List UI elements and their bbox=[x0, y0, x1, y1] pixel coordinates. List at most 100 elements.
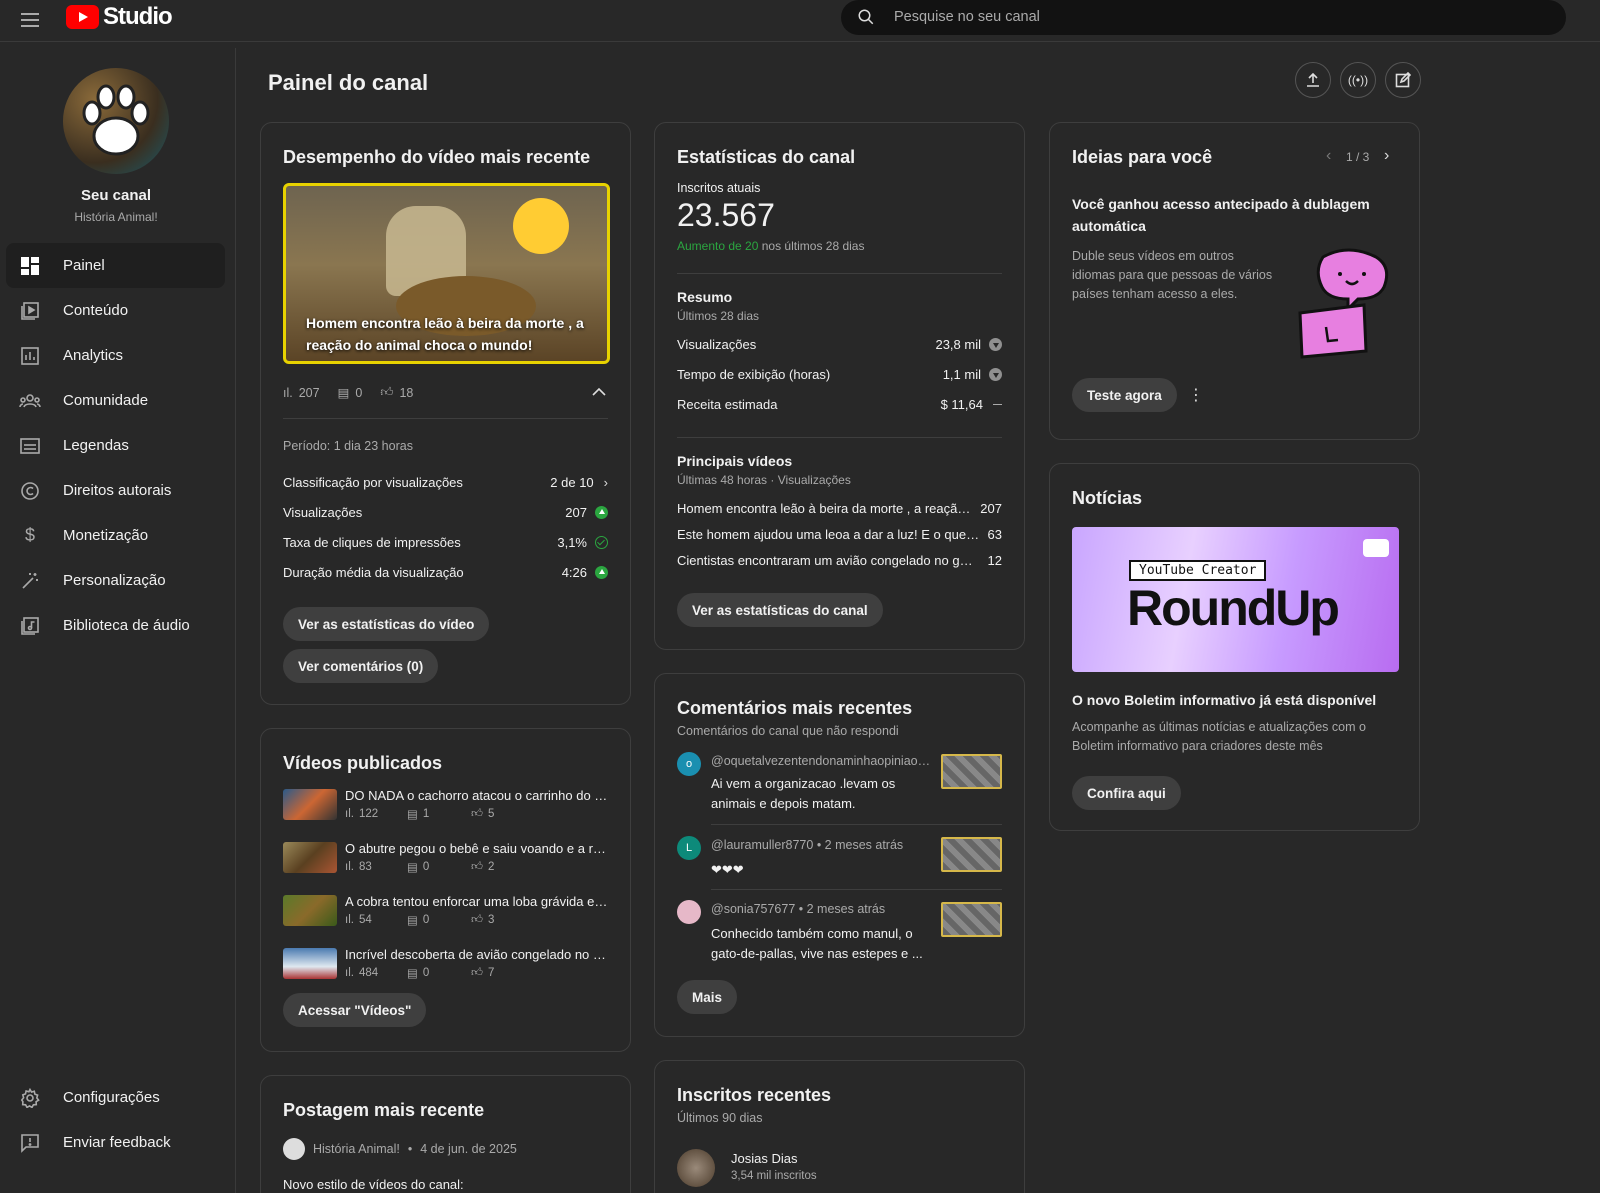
post-author: História Animal! bbox=[313, 1142, 400, 1156]
check-it-out-button[interactable]: Confira aqui bbox=[1072, 776, 1181, 810]
subscribers-count: 23.567 bbox=[677, 197, 775, 233]
post-date: 4 de jun. de 2025 bbox=[420, 1142, 517, 1156]
search-input[interactable]: Pesquise no seu canal bbox=[841, 0, 1566, 35]
like-icon: 👍︎ bbox=[471, 861, 484, 873]
video-stats: ıl. 54 ▤ 0 👍︎ 3 bbox=[345, 913, 535, 927]
top-video-row[interactable]: Homem encontra leão à beira da morte , a… bbox=[677, 501, 1002, 516]
sidebar-item-painel[interactable]: Painel bbox=[6, 243, 225, 288]
sidebar-item-label: Comunidade bbox=[63, 392, 149, 409]
top-video-row[interactable]: Cientistas encontraram um avião congelad… bbox=[677, 553, 1002, 568]
avatar[interactable] bbox=[677, 1149, 715, 1187]
metric-row[interactable]: Classificação por visualizações 2 de 10 … bbox=[283, 475, 608, 490]
go-to-videos-button[interactable]: Acessar "Vídeos" bbox=[283, 993, 427, 1027]
latest-video-thumbnail[interactable]: Homem encontra leão à beira da morte , a… bbox=[283, 183, 610, 364]
video-stats-button[interactable]: Ver as estatísticas do vídeo bbox=[283, 607, 490, 641]
dubbing-illustration-icon bbox=[1298, 248, 1389, 359]
channel-stats-button[interactable]: Ver as estatísticas do canal bbox=[677, 593, 883, 627]
chevron-left-icon[interactable]: ‹ bbox=[1326, 147, 1331, 165]
sidebar-item-biblioteca-audio[interactable]: Biblioteca de áudio bbox=[6, 603, 225, 648]
summary-label: Receita estimada bbox=[677, 397, 778, 412]
top-bar: Studio Pesquise no seu canal bbox=[0, 0, 1600, 42]
sidebar-item-label: Configurações bbox=[63, 1089, 160, 1106]
likes-count: 7 bbox=[488, 967, 495, 979]
view-comments-button[interactable]: Ver comentários (0) bbox=[283, 649, 439, 683]
comments-subtitle: Comentários do canal que não respondi bbox=[677, 724, 899, 738]
gear-icon bbox=[19, 1087, 41, 1109]
youtube-logo-icon bbox=[66, 5, 99, 29]
sidebar-item-conteudo[interactable]: Conteúdo bbox=[6, 288, 225, 333]
metric-value: 2 de 10 bbox=[550, 475, 594, 490]
chevron-up-icon[interactable] bbox=[592, 387, 606, 397]
subscribers-label: Inscritos atuais bbox=[677, 181, 761, 195]
sidebar-item-monetizacao[interactable]: $ Monetização bbox=[6, 513, 225, 558]
comment-icon: ▤ bbox=[407, 915, 418, 927]
comment-author: @oquetalvezentendonaminhaopiniao bbox=[711, 754, 918, 768]
arrow-up-icon bbox=[595, 506, 608, 519]
metric-row: Duração média da visualização 4:26 bbox=[283, 565, 608, 580]
channel-title: Seu canal bbox=[80, 187, 152, 204]
card-title: Postagem mais recente bbox=[283, 1100, 485, 1120]
like-icon: 👍︎ bbox=[471, 914, 484, 926]
sidebar-item-legendas[interactable]: Legendas bbox=[6, 423, 225, 468]
video-stats: ıl. 484 ▤ 0 👍︎ 7 bbox=[345, 966, 535, 980]
upload-button[interactable] bbox=[1295, 62, 1331, 98]
studio-logo[interactable]: Studio bbox=[66, 3, 173, 31]
video-thumbnail[interactable] bbox=[283, 842, 337, 873]
try-now-button[interactable]: Teste agora bbox=[1072, 378, 1177, 412]
chevron-right-icon[interactable]: › bbox=[1384, 147, 1389, 165]
latest-post-card: Postagem mais recente História Animal! •… bbox=[260, 1075, 631, 1193]
live-icon: ((•)) bbox=[1347, 73, 1369, 87]
top-video-views: 12 bbox=[987, 553, 1002, 568]
comment-video-thumbnail[interactable] bbox=[941, 754, 1002, 789]
create-post-button[interactable] bbox=[1385, 62, 1421, 98]
page-title: Painel do canal bbox=[268, 70, 429, 95]
metric-label: Classificação por visualizações bbox=[283, 475, 463, 490]
channel-avatar[interactable] bbox=[63, 68, 169, 174]
top-video-title: Cientistas encontraram um avião congelad… bbox=[677, 553, 980, 568]
sidebar-item-comunidade[interactable]: Comunidade bbox=[6, 378, 225, 423]
summary-label: Tempo de exibição (horas) bbox=[677, 367, 831, 382]
card-title: Desempenho do vídeo mais recente bbox=[283, 147, 591, 167]
top-video-row[interactable]: Este homem ajudou uma leoa a dar a luz! … bbox=[677, 527, 1002, 542]
comment-video-thumbnail[interactable] bbox=[941, 902, 1002, 937]
video-thumbnail[interactable] bbox=[283, 948, 337, 979]
comment-header: @oquetalvezentendonaminhaopiniao • 1 ... bbox=[711, 754, 933, 768]
video-title[interactable]: Incrível descoberta de avião congelado n… bbox=[345, 947, 610, 962]
latest-video-stats: ıl. 207 ▤ 0 👍︎ 18 bbox=[283, 385, 431, 400]
video-thumbnail[interactable] bbox=[283, 789, 337, 820]
video-title[interactable]: DO NADA o cachorro atacou o carrinho do … bbox=[345, 788, 610, 803]
video-title[interactable]: A cobra tentou enforcar uma loba grávida… bbox=[345, 894, 610, 909]
more-options-icon[interactable]: ⋮ bbox=[1188, 385, 1204, 405]
sidebar-item-analytics[interactable]: Analytics bbox=[6, 333, 225, 378]
search-icon bbox=[858, 9, 874, 25]
comment-meta: • 2 meses atrás bbox=[798, 902, 886, 916]
arrow-down-icon bbox=[989, 338, 1002, 351]
published-videos-card: Vídeos publicados DO NADA o cachorro ata… bbox=[260, 728, 631, 1052]
sidebar-item-direitos-autorais[interactable]: Direitos autorais bbox=[6, 468, 225, 513]
subscriber-name[interactable]: Josias Dias bbox=[731, 1151, 797, 1166]
sidebar-item-label: Analytics bbox=[63, 347, 124, 364]
more-comments-button[interactable]: Mais bbox=[677, 980, 738, 1014]
menu-icon[interactable] bbox=[18, 8, 42, 32]
metric-value: 4:26 bbox=[561, 565, 587, 580]
summary-value: 1,1 mil bbox=[942, 367, 981, 382]
audio-library-icon bbox=[19, 615, 41, 637]
video-title[interactable]: O abutre pegou o bebê e saiu voando e a … bbox=[345, 841, 610, 856]
dollar-icon: $ bbox=[24, 525, 35, 545]
sidebar-item-personalizacao[interactable]: Personalização bbox=[6, 558, 225, 603]
edit-icon bbox=[1395, 72, 1411, 88]
community-icon bbox=[19, 390, 41, 412]
news-banner[interactable]: YouTube Creator RoundUp bbox=[1072, 527, 1399, 672]
video-thumbnail[interactable] bbox=[283, 895, 337, 926]
sidebar-item-configuracoes[interactable]: Configurações bbox=[6, 1075, 225, 1120]
top-video-views: 207 bbox=[980, 501, 1002, 516]
divider bbox=[711, 824, 1002, 825]
sidebar-item-enviar-feedback[interactable]: Enviar feedback bbox=[6, 1120, 225, 1165]
divider bbox=[711, 889, 1002, 890]
change-value: Aumento de 20 bbox=[677, 239, 759, 253]
likes-count: 2 bbox=[488, 861, 495, 873]
metric-value: 207 bbox=[565, 505, 587, 520]
comment-video-thumbnail[interactable] bbox=[941, 837, 1002, 872]
go-live-button[interactable]: ((•)) bbox=[1340, 62, 1376, 98]
comment-author: @lauramuller8770 bbox=[711, 838, 814, 852]
